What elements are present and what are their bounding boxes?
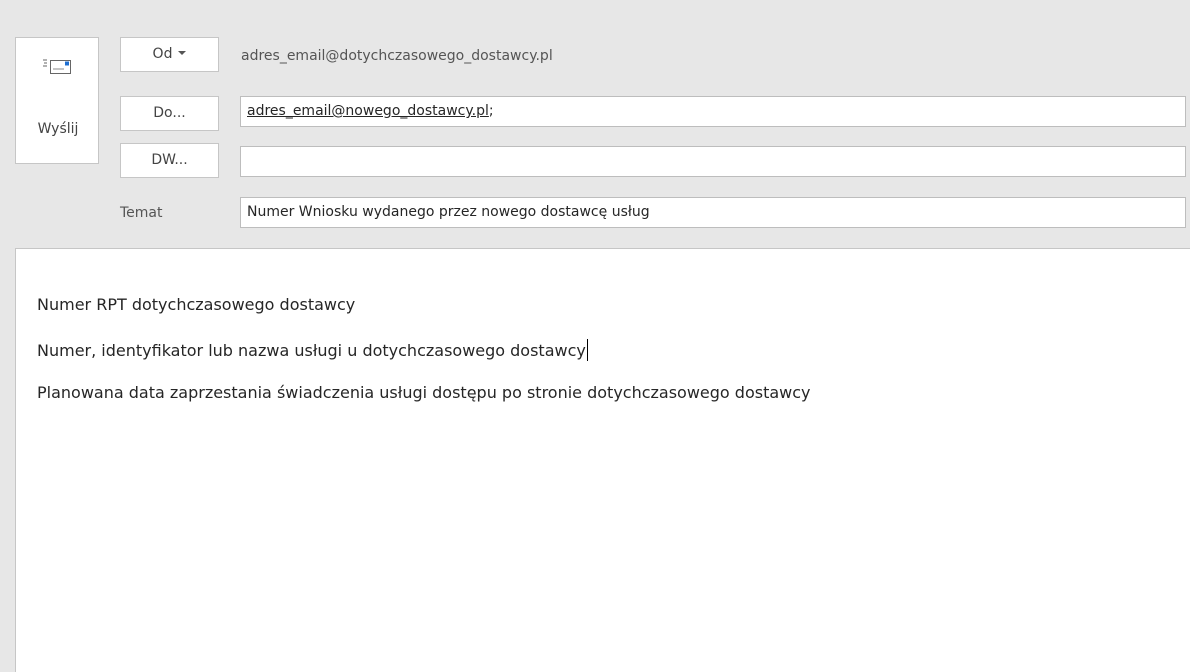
subject-field[interactable]: Numer Wniosku wydanego przez nowego dost… xyxy=(240,197,1186,228)
message-body[interactable]: Numer RPT dotychczasowego dostawcy Numer… xyxy=(15,248,1190,672)
envelope-send-icon xyxy=(43,59,71,74)
body-line: Numer, identyfikator lub nazwa usługi u … xyxy=(37,339,588,361)
recipient-separator: ; xyxy=(488,103,494,119)
from-button[interactable]: Od xyxy=(120,37,219,72)
to-field[interactable]: adres_email@nowego_dostawcy.pl; xyxy=(240,96,1186,127)
from-button-label: Od xyxy=(152,46,173,62)
cc-button[interactable]: DW... xyxy=(120,143,219,178)
text-cursor xyxy=(586,339,588,361)
cc-button-label: DW... xyxy=(151,152,188,168)
cc-field[interactable] xyxy=(240,146,1186,177)
body-line: Planowana data zaprzestania świadczenia … xyxy=(37,383,811,402)
send-button-label: Wyślij xyxy=(37,121,79,137)
chevron-down-icon xyxy=(178,51,187,55)
subject-value: Numer Wniosku wydanego przez nowego dost… xyxy=(247,204,650,220)
to-button-label: Do... xyxy=(153,105,186,121)
to-button[interactable]: Do... xyxy=(120,96,219,131)
compose-header: Wyślij Od adres_email@dotychczasowego_do… xyxy=(0,0,1190,240)
send-button[interactable]: Wyślij xyxy=(15,37,99,164)
to-recipient[interactable]: adres_email@nowego_dostawcy.pl xyxy=(247,103,489,119)
from-address: adres_email@dotychczasowego_dostawcy.pl xyxy=(241,48,553,64)
body-line: Numer RPT dotychczasowego dostawcy xyxy=(37,295,356,314)
subject-label: Temat xyxy=(120,205,163,221)
